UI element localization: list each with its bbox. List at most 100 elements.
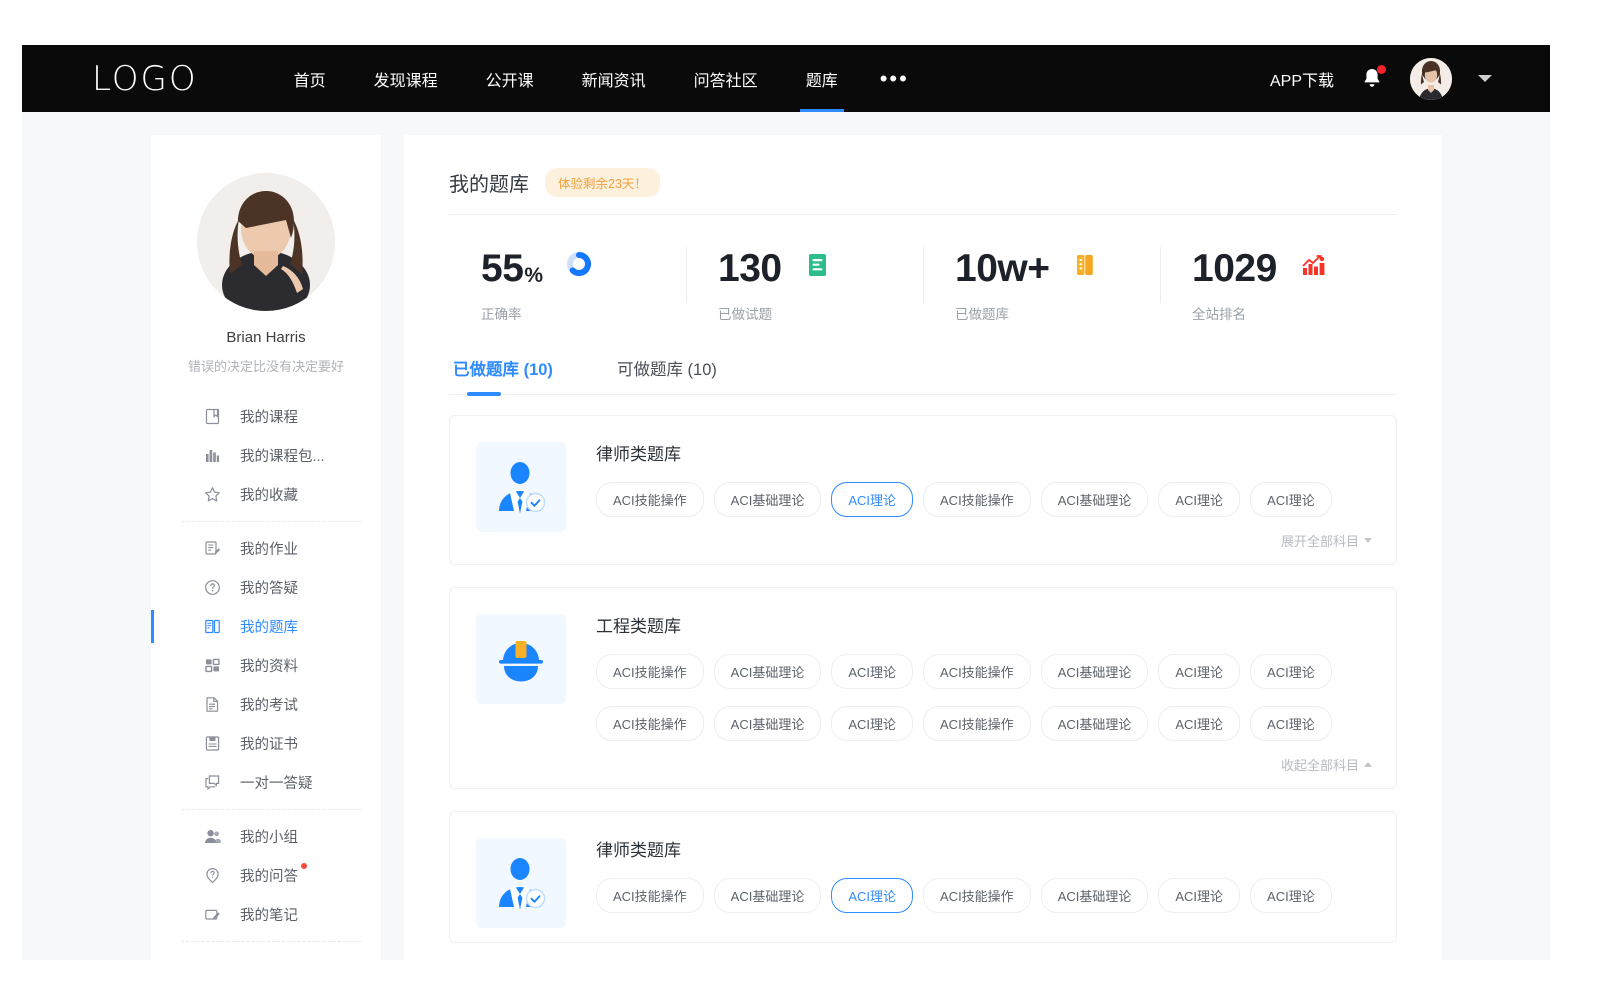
sidebar-item-my-notes[interactable]: 我的笔记	[151, 895, 381, 934]
subject-tag[interactable]: ACI理论	[1250, 878, 1332, 913]
chevron-up-icon	[1364, 762, 1372, 767]
nav-item-news[interactable]: 新闻资讯	[558, 45, 670, 112]
stat-value-row: 130	[718, 249, 923, 288]
app-download-link[interactable]: APP下载	[1270, 67, 1334, 91]
sidebar-item-my-qa[interactable]: 我的答疑	[151, 568, 381, 607]
sidebar-item-one-on-one-qa[interactable]: 一对一答疑	[151, 763, 381, 802]
nav-item-open-class[interactable]: 公开课	[462, 45, 558, 112]
sidebar-item-my-homework[interactable]: 我的作业	[151, 529, 381, 568]
tab-available-banks[interactable]: 可做题库 (10)	[613, 356, 721, 394]
subject-tag[interactable]: ACI基础理论	[714, 878, 822, 913]
subject-tag[interactable]: ACI理论	[1250, 654, 1332, 689]
nav-item-question-bank[interactable]: 题库	[782, 45, 862, 112]
subject-tag[interactable]: ACI理论	[1158, 482, 1240, 517]
subject-tag[interactable]: ACI技能操作	[923, 706, 1031, 741]
subject-tag[interactable]: ACI理论	[831, 706, 913, 741]
nav-item-qa-community[interactable]: 问答社区	[670, 45, 782, 112]
question-bank-card[interactable]: 工程类题库 ACI技能操作 ACI基础理论 ACI理论 ACI技能操作 ACI基…	[449, 587, 1397, 789]
sidebar-item-my-favorites[interactable]: 我的收藏	[151, 475, 381, 514]
subject-tag[interactable]: ACI技能操作	[596, 654, 704, 689]
card-title: 工程类题库	[596, 612, 1372, 637]
top-navigation-bar: LOGO 首页 发现课程 公开课 新闻资讯 问答社区 题库 ••• APP下载	[22, 45, 1550, 112]
trial-status-badge: 体验剩余23天！	[545, 168, 660, 197]
profile-photo-icon	[197, 173, 335, 311]
nav-more-icon[interactable]: •••	[862, 45, 927, 112]
subject-tag[interactable]: ACI理论	[1158, 654, 1240, 689]
account-dropdown-chevron-down-icon[interactable]	[1478, 75, 1492, 82]
page-header: 我的题库 体验剩余23天！	[449, 168, 1397, 215]
subject-tag[interactable]: ACI基础理论	[714, 654, 822, 689]
main-panel: 我的题库 体验剩余23天！ 55 %	[404, 135, 1442, 960]
lawyer-avatar-icon	[491, 457, 551, 517]
page-title: 我的题库	[449, 168, 529, 197]
subject-tag[interactable]: ACI理论	[1250, 706, 1332, 741]
homework-icon	[203, 540, 221, 558]
subject-tag[interactable]: ACI基础理论	[1041, 482, 1149, 517]
subject-tag[interactable]: ACI基础理论	[1041, 878, 1149, 913]
page-body: Brian Harris 错误的决定比没有决定要好 我的课程 我的课程包...	[22, 112, 1550, 960]
profile-motto: 错误的决定比没有决定要好	[151, 356, 381, 375]
user-sidebar: Brian Harris 错误的决定比没有决定要好 我的课程 我的课程包...	[151, 135, 381, 960]
subject-tag[interactable]: ACI理论	[1158, 706, 1240, 741]
notification-badge-dot	[1377, 65, 1386, 74]
collapse-all-subjects-button[interactable]: 收起全部科目	[1281, 755, 1372, 774]
subject-tag[interactable]: ACI基础理论	[714, 706, 822, 741]
sidebar-item-my-materials[interactable]: 我的资料	[151, 646, 381, 685]
card-footer: 收起全部科目	[596, 755, 1372, 774]
content-tabs: 已做题库 (10) 可做题库 (10)	[449, 356, 1397, 395]
subject-tag[interactable]: ACI技能操作	[923, 878, 1031, 913]
card-tag-row: ACI技能操作 ACI基础理论 ACI理论 ACI技能操作 ACI基础理论 AC…	[596, 654, 1372, 689]
card-body: 律师类题库 ACI技能操作 ACI基础理论 ACI理论 ACI技能操作 ACI基…	[596, 834, 1372, 928]
sidebar-item-my-question-bank[interactable]: 我的题库	[151, 607, 381, 646]
card-tag-row: ACI技能操作 ACI基础理论 ACI理论 ACI技能操作 ACI基础理论 AC…	[596, 482, 1372, 517]
nav-item-discover-courses[interactable]: 发现课程	[350, 45, 462, 112]
card-footer: 展开全部科目	[596, 531, 1372, 550]
sidebar-item-label: 我的考试	[240, 694, 298, 715]
question-bank-card[interactable]: 律师类题库 ACI技能操作 ACI基础理论 ACI理论 ACI技能操作 ACI基…	[449, 415, 1397, 565]
sidebar-item-my-questions[interactable]: 我的问答	[151, 856, 381, 895]
expand-all-subjects-button[interactable]: 展开全部科目	[1281, 531, 1372, 550]
card-title: 律师类题库	[596, 440, 1372, 465]
subject-tag[interactable]: ACI技能操作	[596, 706, 704, 741]
stat-value: 130	[718, 249, 782, 288]
sidebar-divider	[181, 521, 361, 522]
stat-value-row: 10w+	[955, 249, 1160, 288]
subject-tag[interactable]: ACI基础理论	[1041, 706, 1149, 741]
sidebar-item-my-exams[interactable]: 我的考试	[151, 685, 381, 724]
site-logo[interactable]: LOGO	[92, 59, 198, 99]
subject-tag-selected[interactable]: ACI理论	[831, 878, 913, 913]
subject-tag[interactable]: ACI技能操作	[596, 878, 704, 913]
card-thumbnail	[476, 442, 566, 532]
subject-tag[interactable]: ACI技能操作	[596, 482, 704, 517]
stat-banks-done: 10w+ 已做题库	[923, 231, 1160, 331]
sidebar-item-label: 我的课程包...	[240, 445, 325, 466]
stat-label: 已做试题	[718, 303, 923, 323]
subject-tag[interactable]: ACI理论	[1250, 482, 1332, 517]
question-circle-icon	[203, 579, 221, 597]
sidebar-item-my-certificates[interactable]: 我的证书	[151, 724, 381, 763]
tab-completed-banks[interactable]: 已做题库 (10)	[449, 356, 557, 394]
sidebar-item-my-course-packages[interactable]: 我的课程包...	[151, 436, 381, 475]
group-icon	[203, 828, 221, 846]
question-bank-card[interactable]: 律师类题库 ACI技能操作 ACI基础理论 ACI理论 ACI技能操作 ACI基…	[449, 811, 1397, 943]
sidebar-item-my-group[interactable]: 我的小组	[151, 817, 381, 856]
sidebar-item-my-points[interactable]: 我的积分	[151, 949, 381, 960]
hardhat-icon	[491, 629, 551, 689]
subject-tag[interactable]: ACI理论	[831, 654, 913, 689]
subject-tag[interactable]: ACI技能操作	[923, 482, 1031, 517]
subject-tag[interactable]: ACI理论	[1158, 878, 1240, 913]
subject-tag[interactable]: ACI技能操作	[923, 654, 1031, 689]
avatar[interactable]	[1410, 58, 1452, 100]
subject-tag[interactable]: ACI基础理论	[714, 482, 822, 517]
notification-bell-button[interactable]	[1360, 66, 1384, 92]
subject-tag-selected[interactable]: ACI理论	[831, 482, 913, 517]
card-tag-row: ACI技能操作 ACI基础理论 ACI理论 ACI技能操作 ACI基础理论 AC…	[596, 878, 1372, 913]
sidebar-item-label: 我的证书	[240, 733, 298, 754]
app-root: LOGO 首页 发现课程 公开课 新闻资讯 问答社区 题库 ••• APP下载	[0, 0, 1600, 990]
card-title: 律师类题库	[596, 836, 1372, 861]
nav-item-home[interactable]: 首页	[270, 45, 350, 112]
subject-tag[interactable]: ACI基础理论	[1041, 654, 1149, 689]
rank-chart-icon	[1300, 254, 1326, 288]
sidebar-item-my-courses[interactable]: 我的课程	[151, 397, 381, 436]
profile-avatar[interactable]	[197, 173, 335, 311]
